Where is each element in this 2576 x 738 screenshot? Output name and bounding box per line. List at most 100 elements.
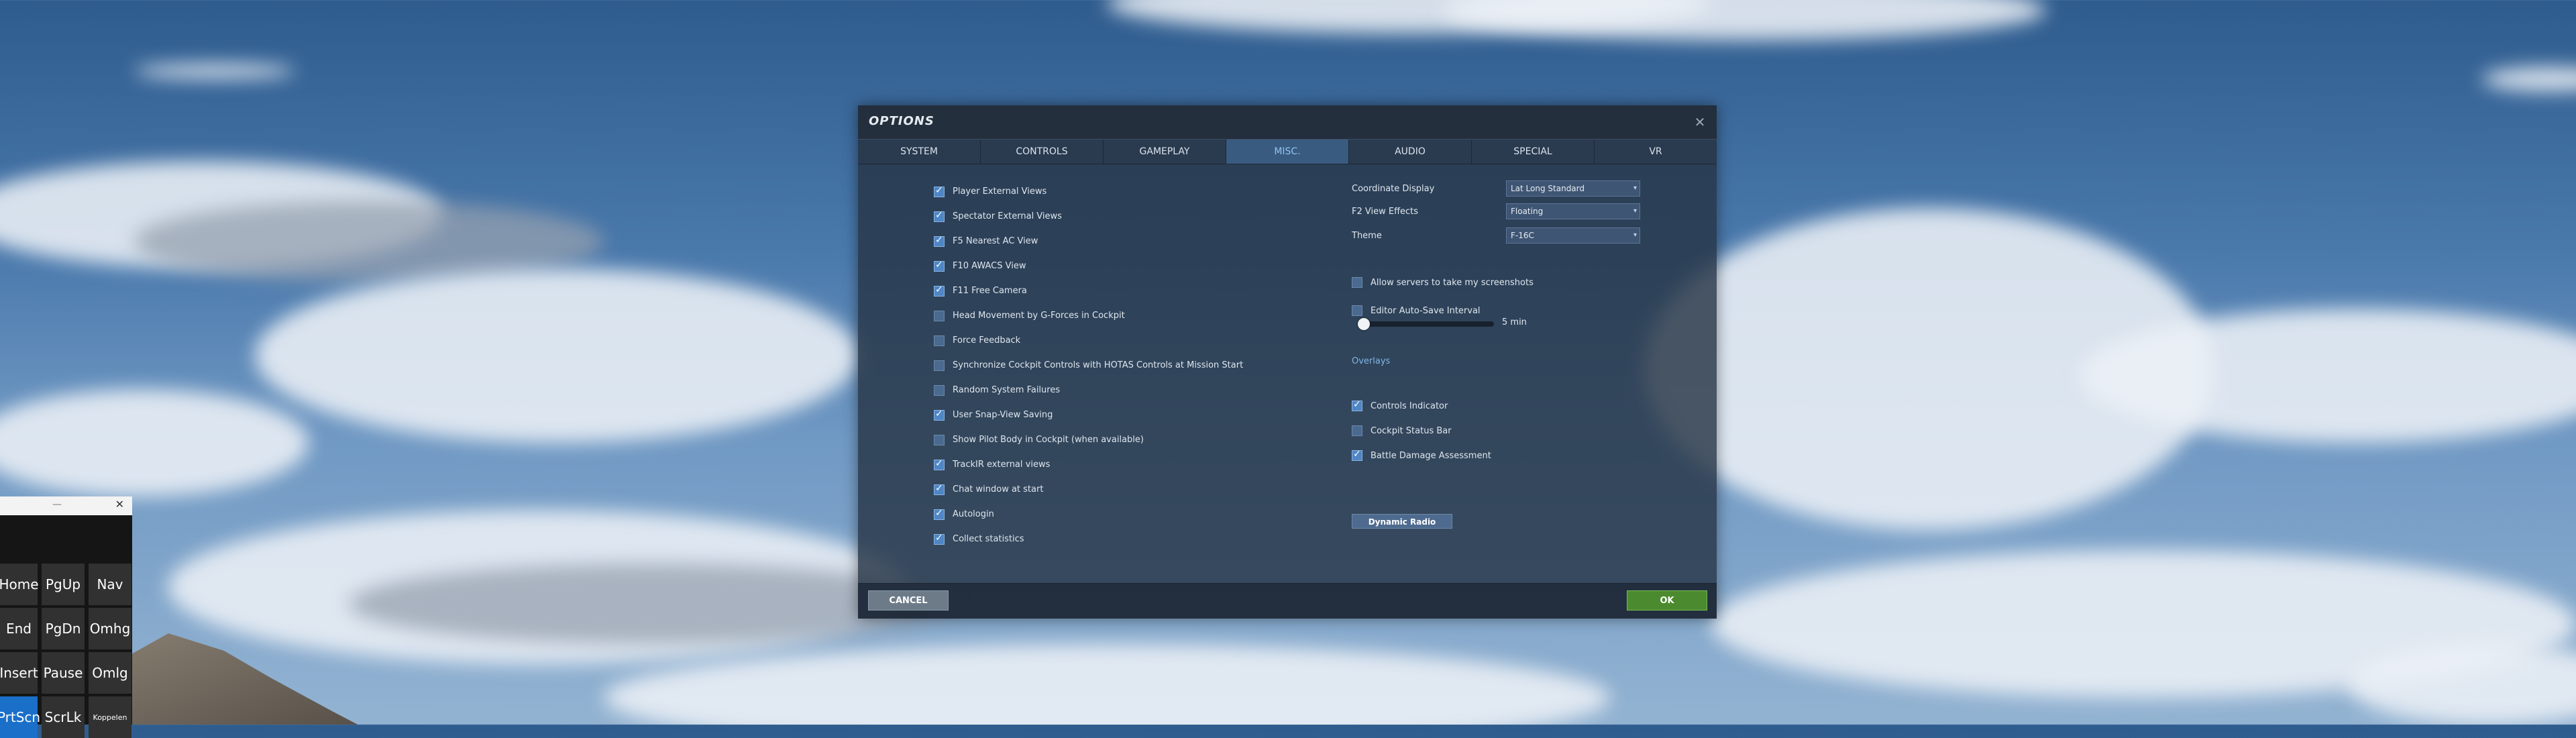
minimize-icon[interactable]: —	[52, 499, 62, 510]
option-row: Collect statistics	[934, 527, 1256, 551]
option-label: Head Movement by G-Forces in Cockpit	[953, 311, 1125, 321]
key-pause[interactable]: Pause	[42, 652, 85, 694]
tab-vr[interactable]: VR	[1595, 140, 1717, 164]
key-omlg[interactable]: Omlg	[89, 652, 131, 694]
key-end[interactable]: End	[0, 608, 38, 649]
tab-gameplay[interactable]: GAMEPLAY	[1104, 140, 1226, 164]
overlay-controls-indicator-row: Controls Indicator	[1352, 397, 1448, 415]
cockpit-status-bar-checkbox[interactable]	[1352, 425, 1362, 436]
key-pgup[interactable]: PgUp	[42, 564, 85, 605]
option-row: User Snap-View Saving	[934, 403, 1256, 427]
key-nav[interactable]: Nav	[89, 564, 131, 605]
option-row: Spectator External Views	[934, 204, 1256, 229]
key-koppelen[interactable]: Koppelen	[89, 696, 131, 738]
autosave-interval-slider[interactable]	[1358, 318, 1494, 330]
controls-indicator-checkbox[interactable]	[1352, 399, 1362, 411]
coordinate-display-row: Coordinate Display Lat Long Standard ▾	[1352, 179, 1640, 198]
autosave-checkbox[interactable]	[1352, 305, 1362, 316]
allow-screenshots-row: Allow servers to take my screenshots	[1352, 273, 1534, 292]
option-checkbox[interactable]	[934, 210, 945, 222]
option-checkbox[interactable]	[934, 360, 945, 371]
option-checkbox[interactable]	[934, 483, 945, 495]
option-checkbox[interactable]	[934, 508, 945, 520]
ok-button[interactable]: OK	[1627, 590, 1707, 611]
option-row: F11 Free Camera	[934, 278, 1256, 303]
option-checkbox[interactable]	[934, 235, 945, 247]
key-omhg[interactable]: Omhg	[89, 608, 131, 649]
option-checkbox[interactable]	[934, 533, 945, 545]
option-row: Chat window at start	[934, 477, 1256, 502]
slider-handle[interactable]	[1358, 318, 1370, 330]
overlay-bda-row: Battle Damage Assessment	[1352, 446, 1491, 465]
option-checkbox[interactable]	[934, 458, 945, 470]
close-icon[interactable]: ✕	[115, 498, 124, 511]
tab-controls[interactable]: CONTROLS	[981, 140, 1104, 164]
battle-damage-assessment-label: Battle Damage Assessment	[1371, 450, 1491, 461]
dialog-titlebar: OPTIONS ✕	[858, 105, 1717, 139]
option-checkbox[interactable]	[934, 335, 945, 346]
option-label: Autologin	[953, 509, 994, 519]
cancel-button[interactable]: CANCEL	[868, 590, 949, 611]
key-home[interactable]: Home	[0, 564, 39, 605]
autosave-interval-value: 5 min	[1502, 317, 1527, 327]
overlays-section-link[interactable]: Overlays	[1352, 356, 1390, 366]
tab-bar: SYSTEM CONTROLS GAMEPLAY MISC. AUDIO SPE…	[858, 139, 1717, 164]
overlay-cockpit-status-row: Cockpit Status Bar	[1352, 421, 1452, 440]
option-label: Player External Views	[953, 187, 1047, 197]
select-value: Floating	[1511, 207, 1544, 216]
theme-select[interactable]: F-16C ▾	[1506, 227, 1640, 244]
allow-screenshots-checkbox[interactable]	[1352, 277, 1362, 288]
option-checkbox[interactable]	[934, 284, 945, 297]
coordinate-display-select[interactable]: Lat Long Standard ▾	[1506, 180, 1640, 197]
cloud	[604, 644, 1610, 725]
cockpit-status-bar-label: Cockpit Status Bar	[1371, 425, 1452, 436]
key-insert[interactable]: Insert	[0, 652, 38, 694]
cloud	[255, 268, 859, 443]
select-value: F-16C	[1511, 231, 1534, 240]
key-scrlk[interactable]: ScrLk	[42, 696, 85, 738]
dialog-footer: CANCEL OK	[858, 583, 1717, 619]
option-row: F5 Nearest AC View	[934, 229, 1256, 254]
chevron-down-icon: ▾	[1633, 184, 1637, 192]
option-label: Chat window at start	[953, 484, 1044, 494]
dialog-title: OPTIONS	[869, 114, 934, 128]
coordinate-display-label: Coordinate Display	[1352, 183, 1435, 194]
option-label: F11 Free Camera	[953, 286, 1027, 296]
close-icon[interactable]: ✕	[1690, 112, 1710, 132]
key-pgdn[interactable]: PgDn	[42, 608, 85, 649]
tab-misc[interactable]: MISC.	[1226, 140, 1349, 164]
option-checkbox[interactable]	[934, 434, 945, 445]
option-checkbox[interactable]	[934, 384, 945, 396]
theme-row: Theme F-16C ▾	[1352, 226, 1640, 245]
option-label: Spectator External Views	[953, 211, 1062, 221]
options-dialog: OPTIONS ✕ SYSTEM CONTROLS GAMEPLAY MISC.…	[858, 105, 1717, 619]
cloud	[134, 64, 295, 78]
dynamic-radio-button[interactable]: Dynamic Radio	[1352, 514, 1452, 529]
battle-damage-assessment-checkbox[interactable]	[1352, 449, 1362, 461]
f2-view-effects-select[interactable]: Floating ▾	[1506, 203, 1640, 219]
tab-audio[interactable]: AUDIO	[1349, 140, 1472, 164]
option-row: Force Feedback	[934, 328, 1256, 353]
chevron-down-icon: ▾	[1633, 231, 1637, 239]
f2-view-effects-row: F2 View Effects Floating ▾	[1352, 202, 1640, 221]
option-row: F10 AWACS View	[934, 254, 1256, 278]
tab-system[interactable]: SYSTEM	[858, 140, 981, 164]
view-options-list: Player External Views Spectator External …	[934, 179, 1256, 551]
controls-indicator-label: Controls Indicator	[1371, 401, 1448, 411]
key-prtscn[interactable]: PrtScn	[0, 696, 40, 738]
keyboard-titlebar: — ✕	[0, 496, 132, 515]
allow-screenshots-label: Allow servers to take my screenshots	[1371, 277, 1534, 288]
option-row: Random System Failures	[934, 378, 1256, 403]
option-label: Show Pilot Body in Cockpit (when availab…	[953, 435, 1144, 445]
option-label: TrackIR external views	[953, 460, 1051, 470]
option-checkbox[interactable]	[934, 409, 945, 421]
tab-special[interactable]: SPECIAL	[1472, 140, 1595, 164]
cloud	[0, 389, 309, 496]
option-checkbox[interactable]	[934, 260, 945, 272]
keyboard-keys: Home PgUp Nav End PgDn Omhg Insert Pause Omlg Prt…	[0, 564, 131, 738]
option-checkbox[interactable]	[934, 185, 945, 197]
option-label: Random System Failures	[953, 385, 1061, 395]
option-checkbox[interactable]	[934, 310, 945, 321]
option-row: Head Movement by G-Forces in Cockpit	[934, 303, 1256, 328]
misc-options-panel: Player External Views Spectator External …	[858, 164, 1717, 584]
